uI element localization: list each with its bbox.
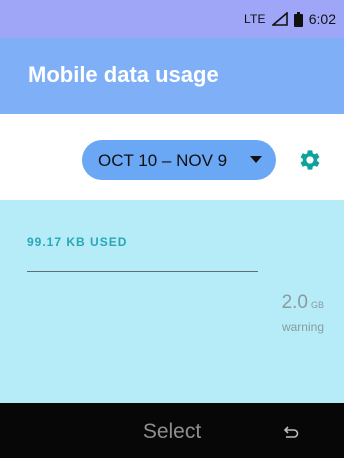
- status-time: 6:02: [308, 11, 336, 27]
- usage-panel: 99.17 KB USED 2.0 GB warning: [0, 200, 344, 403]
- softkey-bar: Select: [0, 403, 344, 458]
- cycle-dropdown[interactable]: OCT 10 – NOV 9: [82, 140, 276, 180]
- status-icons: LTE 6:02: [244, 0, 336, 38]
- usage-progress-line: [27, 271, 258, 272]
- warning-number: 2.0: [281, 292, 308, 313]
- page-title: Mobile data usage: [28, 62, 219, 87]
- gear-icon[interactable]: [298, 148, 322, 172]
- usage-amount-label: 99.17 KB USED: [27, 235, 128, 249]
- warning-value: 2.0 GB: [282, 292, 324, 314]
- back-icon[interactable]: [283, 425, 299, 439]
- warning-unit: GB: [310, 300, 324, 310]
- status-bar: LTE 6:02: [0, 0, 344, 38]
- network-type: LTE: [244, 12, 266, 26]
- warning-label: warning: [281, 320, 324, 334]
- battery-icon: [293, 11, 303, 27]
- cycle-controls: OCT 10 – NOV 9: [0, 114, 344, 200]
- signal-icon: [271, 12, 288, 26]
- dropdown-arrow-icon: [250, 156, 262, 163]
- cycle-range-label: OCT 10 – NOV 9: [98, 151, 228, 170]
- app-bar: Mobile data usage: [0, 38, 344, 114]
